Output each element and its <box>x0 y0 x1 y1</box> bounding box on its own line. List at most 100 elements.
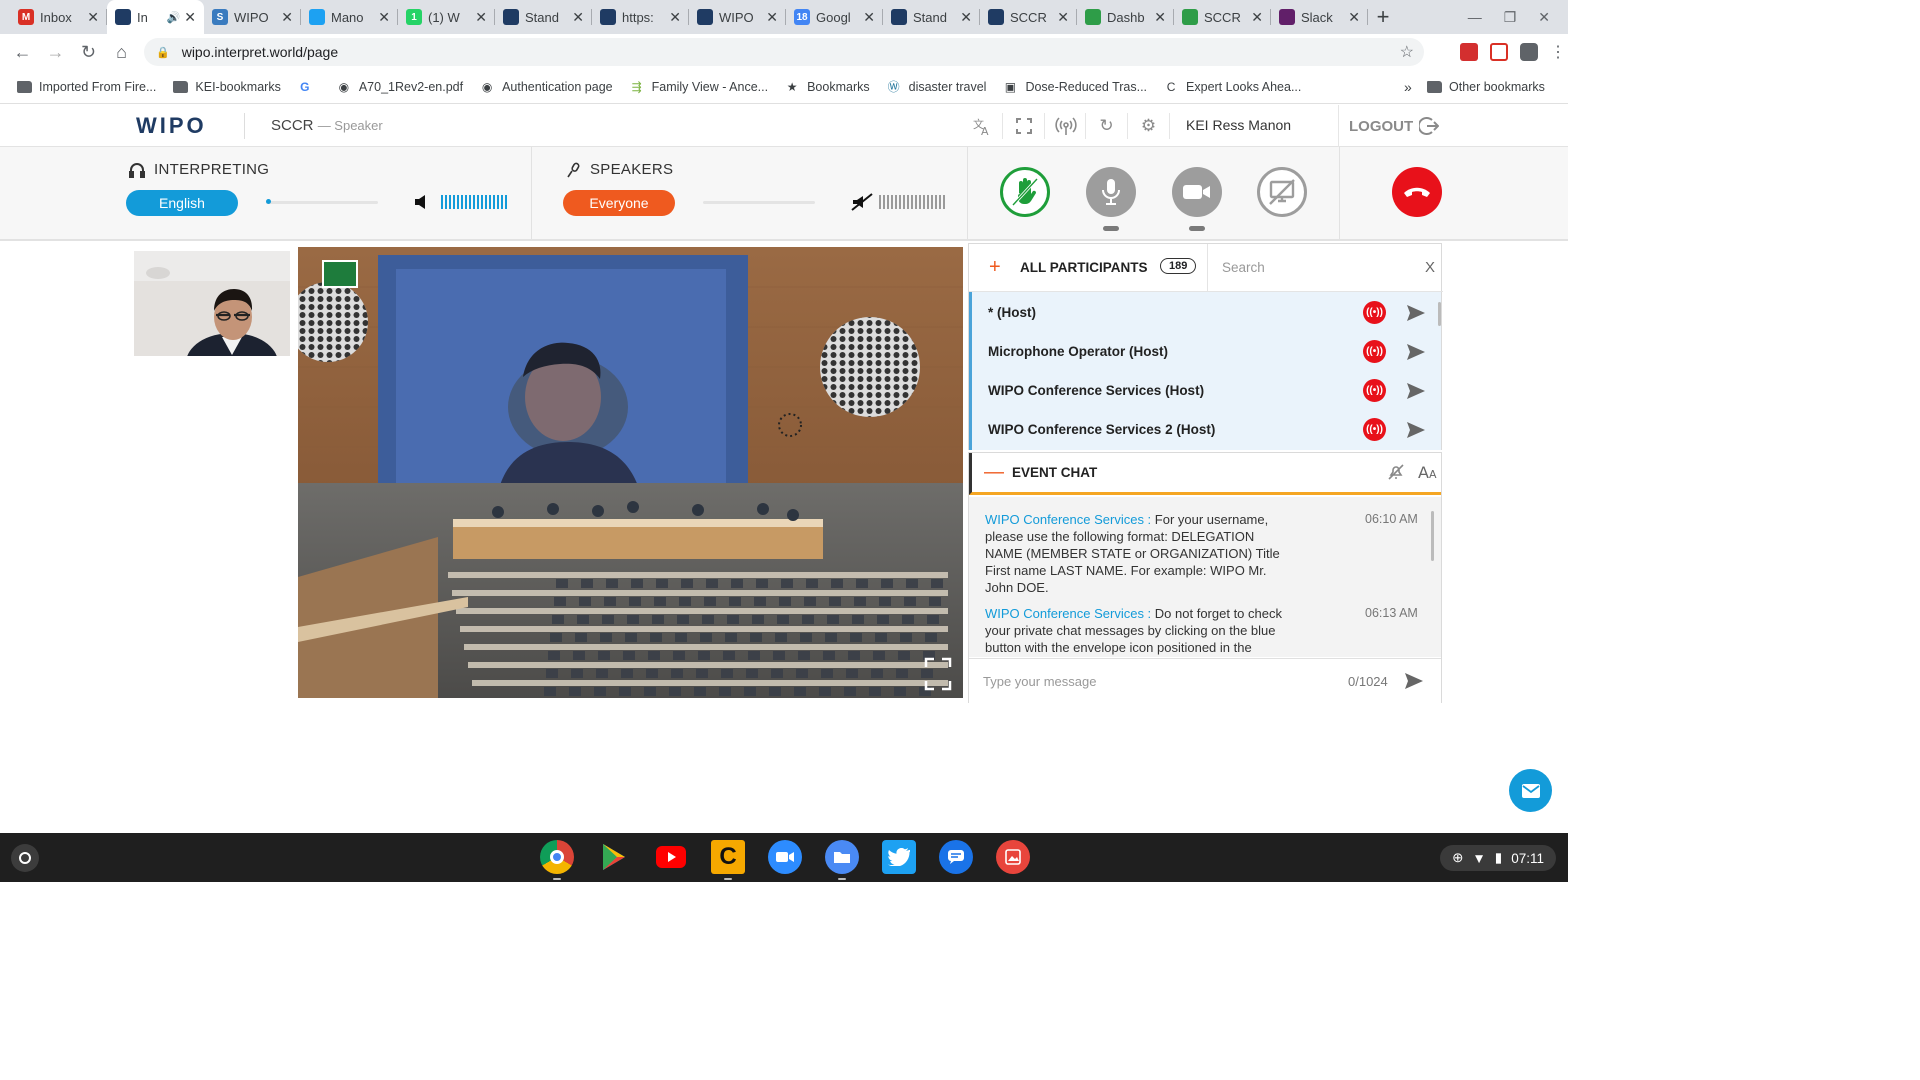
interpreting-balance-slider[interactable] <box>266 199 378 204</box>
back-arrow-icon[interactable]: ← <box>6 42 39 63</box>
bookmark-item[interactable]: Imported From Fire... <box>16 79 156 95</box>
speaker-volume-icon[interactable] <box>414 194 432 215</box>
browser-tab[interactable]: SCCR ✕ <box>980 0 1077 34</box>
chat-sender[interactable]: WIPO Conference Services : <box>985 606 1151 621</box>
browser-tab[interactable]: WIPO ✕ <box>689 0 786 34</box>
youtube-app-icon[interactable] <box>654 840 688 874</box>
camera-button[interactable] <box>1172 167 1222 217</box>
participant-row[interactable]: WIPO Conference Services (Host) ((•)) <box>988 371 1438 410</box>
gallery-app-icon[interactable] <box>996 840 1030 874</box>
bookmark-item[interactable]: KEI-bookmarks <box>172 79 281 95</box>
bookmark-item[interactable]: ▣ Dose-Reduced Tras... <box>1002 79 1147 95</box>
speakers-volume-level[interactable] <box>879 195 945 209</box>
twitter-app-icon[interactable] <box>882 840 916 874</box>
speakers-muted-icon[interactable] <box>850 192 874 217</box>
bookmark-star-icon[interactable]: ☆ <box>1400 42 1414 62</box>
speakers-balance-slider[interactable] <box>703 201 815 204</box>
hang-up-button[interactable] <box>1392 167 1442 217</box>
raise-hand-button[interactable] <box>1000 167 1050 217</box>
participant-row[interactable]: WIPO Conference Services 2 (Host) ((•)) <box>988 410 1438 449</box>
interpreting-volume-level[interactable] <box>441 195 507 209</box>
bookmark-item[interactable]: C Expert Looks Ahea... <box>1163 79 1302 95</box>
more-bookmarks-button[interactable]: » <box>1404 79 1412 95</box>
close-tab-icon[interactable]: ✕ <box>1251 9 1263 26</box>
extension-red-icon[interactable] <box>1460 43 1478 61</box>
browser-tab[interactable]: Stand ✕ <box>495 0 592 34</box>
microphone-button[interactable] <box>1086 167 1136 217</box>
reload-icon[interactable]: ↻ <box>72 42 105 63</box>
audio-playing-icon[interactable]: 🔊 <box>167 11 181 24</box>
expand-plus-icon[interactable]: + <box>989 256 1001 279</box>
close-tab-icon[interactable]: ✕ <box>766 9 778 26</box>
launcher-button[interactable] <box>11 844 39 872</box>
send-private-message-icon[interactable] <box>1406 382 1426 400</box>
bookmark-item[interactable]: ⇶ Family View - Ance... <box>629 79 769 95</box>
browser-tab[interactable]: Dashb ✕ <box>1077 0 1174 34</box>
bookmark-item[interactable]: ◉ Authentication page <box>479 79 613 95</box>
forward-arrow-icon[interactable]: → <box>39 42 72 63</box>
c-app-icon[interactable]: C <box>711 840 745 874</box>
browser-tab[interactable]: https: ✕ <box>592 0 689 34</box>
participant-search-input[interactable]: Search X <box>1207 244 1443 292</box>
chrome-app-icon[interactable] <box>540 840 574 874</box>
chat-input[interactable]: Type your message 0/1024 <box>969 658 1441 703</box>
close-tab-icon[interactable]: ✕ <box>1348 9 1360 26</box>
status-tray[interactable]: ⊕ ▼ ▮ 07:11 <box>1440 845 1556 871</box>
bookmark-item[interactable]: G <box>297 79 320 95</box>
other-bookmarks[interactable]: Other bookmarks <box>1426 79 1545 95</box>
bookmark-item[interactable]: Ⓦdisaster travel <box>886 79 987 95</box>
close-tab-icon[interactable]: ✕ <box>960 9 972 26</box>
private-messages-button[interactable] <box>1509 769 1552 812</box>
slider-knob[interactable] <box>266 199 271 204</box>
close-window-icon[interactable]: ✕ <box>1538 9 1550 26</box>
close-tab-icon[interactable]: ✕ <box>1154 9 1166 26</box>
self-view-video[interactable] <box>134 251 290 356</box>
send-private-message-icon[interactable] <box>1406 343 1426 361</box>
browser-tab[interactable]: Slack ✕ <box>1271 0 1368 34</box>
chat-scrollbar[interactable] <box>1431 511 1434 561</box>
close-tab-icon[interactable]: ✕ <box>378 9 390 26</box>
home-icon[interactable]: ⌂ <box>105 42 138 63</box>
send-private-message-icon[interactable] <box>1406 304 1426 322</box>
fullscreen-icon[interactable] <box>1002 113 1044 139</box>
puzzle-icon[interactable] <box>1520 43 1538 61</box>
translate-icon[interactable]: 文A <box>961 113 1003 139</box>
browser-tab[interactable]: SCCR ✕ <box>1174 0 1271 34</box>
bookmark-item[interactable]: ★ Bookmarks <box>784 79 870 95</box>
browser-tab[interactable]: 18 Googl ✕ <box>786 0 883 34</box>
gmail-extension-icon[interactable] <box>1490 43 1508 61</box>
bookmark-item[interactable]: ◉ A70_1Rev2-en.pdf <box>336 79 464 95</box>
browser-tab[interactable]: 1 (1) W ✕ <box>398 0 495 34</box>
participant-row[interactable]: Microphone Operator (Host) ((•)) <box>988 332 1438 371</box>
font-size-icon[interactable]: AA <box>1418 463 1440 486</box>
close-tab-icon[interactable]: ✕ <box>281 9 293 26</box>
main-video-feed[interactable] <box>298 247 963 698</box>
browser-tab[interactable]: Mano ✕ <box>301 0 398 34</box>
play-store-app-icon[interactable] <box>597 840 631 874</box>
close-tab-icon[interactable]: ✕ <box>475 9 487 26</box>
close-tab-icon[interactable]: ✕ <box>863 9 875 26</box>
logout-button[interactable]: LOGOUT <box>1338 105 1448 147</box>
participant-row[interactable]: * (Host) ((•)) <box>988 293 1438 332</box>
broadcast-icon[interactable] <box>1044 113 1086 139</box>
messages-app-icon[interactable] <box>939 840 973 874</box>
send-private-message-icon[interactable] <box>1406 421 1426 439</box>
url-text[interactable]: wipo.interpret.world/page <box>182 44 338 60</box>
language-select-button[interactable]: English <box>126 190 238 216</box>
new-tab-button[interactable]: + <box>1368 0 1398 34</box>
chat-sender[interactable]: WIPO Conference Services : <box>985 512 1151 527</box>
browser-tab[interactable]: In 🔊 ✕ <box>107 0 204 34</box>
close-tab-icon[interactable]: ✕ <box>87 9 99 26</box>
collapse-minus-icon[interactable]: — <box>984 461 1004 484</box>
browser-tab[interactable]: Stand ✕ <box>883 0 980 34</box>
address-bar[interactable]: 🔒 wipo.interpret.world/page ☆ <box>144 38 1424 66</box>
restore-icon[interactable]: ❐ <box>1504 9 1517 26</box>
participant-scrollbar[interactable] <box>1438 302 1441 326</box>
clear-search-icon[interactable]: X <box>1425 259 1435 276</box>
zoom-app-icon[interactable] <box>768 840 802 874</box>
close-tab-icon[interactable]: ✕ <box>1057 9 1069 26</box>
close-tab-icon[interactable]: ✕ <box>184 9 196 26</box>
refresh-icon[interactable]: ↻ <box>1085 113 1127 139</box>
close-tab-icon[interactable]: ✕ <box>572 9 584 26</box>
settings-gear-icon[interactable]: ⚙ <box>1127 113 1169 139</box>
